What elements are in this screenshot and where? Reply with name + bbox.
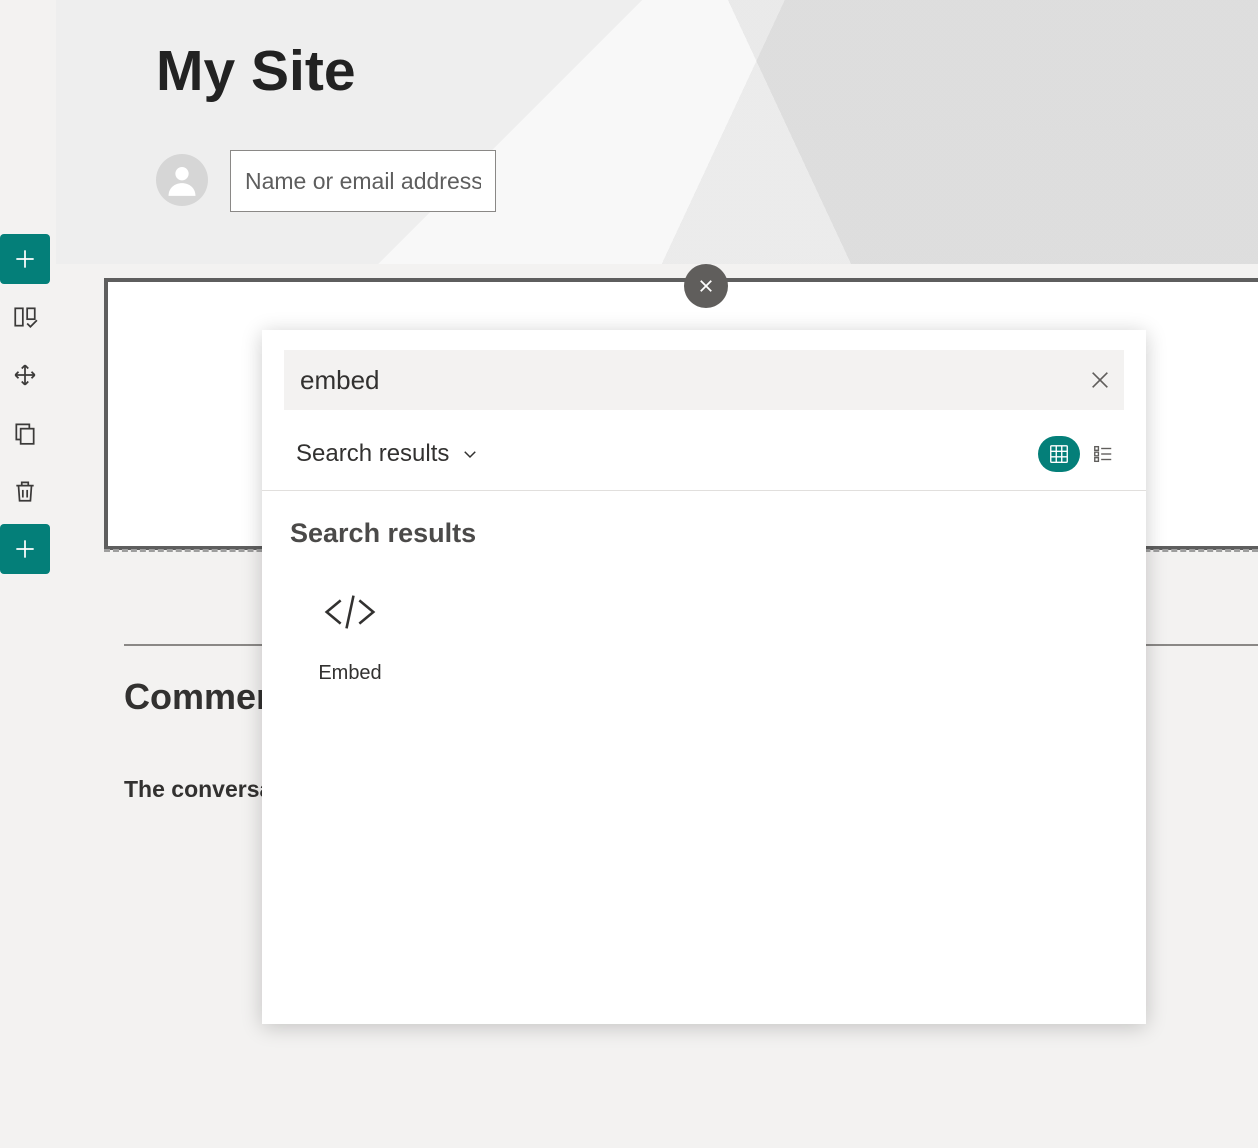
grid-icon <box>1048 443 1070 465</box>
webpart-picker: Search results <box>262 330 1146 1024</box>
plus-icon <box>12 536 38 562</box>
grid-view-button[interactable] <box>1038 436 1080 472</box>
close-icon <box>697 277 715 295</box>
webpart-tile-embed[interactable]: Embed <box>290 578 410 685</box>
add-section-top-button[interactable] <box>0 234 50 284</box>
edit-columns-icon <box>12 304 38 330</box>
clear-search-button[interactable] <box>1076 356 1124 404</box>
section-toolbar <box>0 234 52 582</box>
duplicate-section-button[interactable] <box>0 408 50 458</box>
avatar <box>156 154 208 206</box>
chevron-down-icon <box>461 445 479 463</box>
webpart-search-box <box>284 350 1124 410</box>
author-name-input[interactable] <box>230 150 496 212</box>
trash-icon <box>12 478 38 504</box>
results-heading: Search results <box>290 518 476 549</box>
filter-label-text: Search results <box>296 440 449 468</box>
list-icon <box>1092 443 1114 465</box>
page-canvas: My Site Comments The conversation Search… <box>56 0 1258 1148</box>
webpart-search-input[interactable] <box>284 365 1076 396</box>
list-view-button[interactable] <box>1082 436 1124 472</box>
popover-divider <box>262 490 1146 491</box>
close-icon <box>1089 369 1111 391</box>
plus-icon <box>12 246 38 272</box>
view-toggle <box>1038 436 1124 472</box>
move-section-button[interactable] <box>0 350 50 400</box>
copy-icon <box>12 420 38 446</box>
header-banner: My Site <box>56 0 1258 264</box>
delete-section-button[interactable] <box>0 466 50 516</box>
move-icon <box>12 362 38 388</box>
webpart-tile-label: Embed <box>290 662 410 685</box>
filter-row: Search results <box>296 430 1124 478</box>
person-icon <box>163 161 201 199</box>
filter-dropdown[interactable]: Search results <box>296 440 479 468</box>
add-section-bottom-button[interactable] <box>0 524 50 574</box>
close-picker-button[interactable] <box>684 264 728 308</box>
embed-icon <box>316 578 384 646</box>
edit-section-button[interactable] <box>0 292 50 342</box>
site-title: My Site <box>156 38 356 104</box>
